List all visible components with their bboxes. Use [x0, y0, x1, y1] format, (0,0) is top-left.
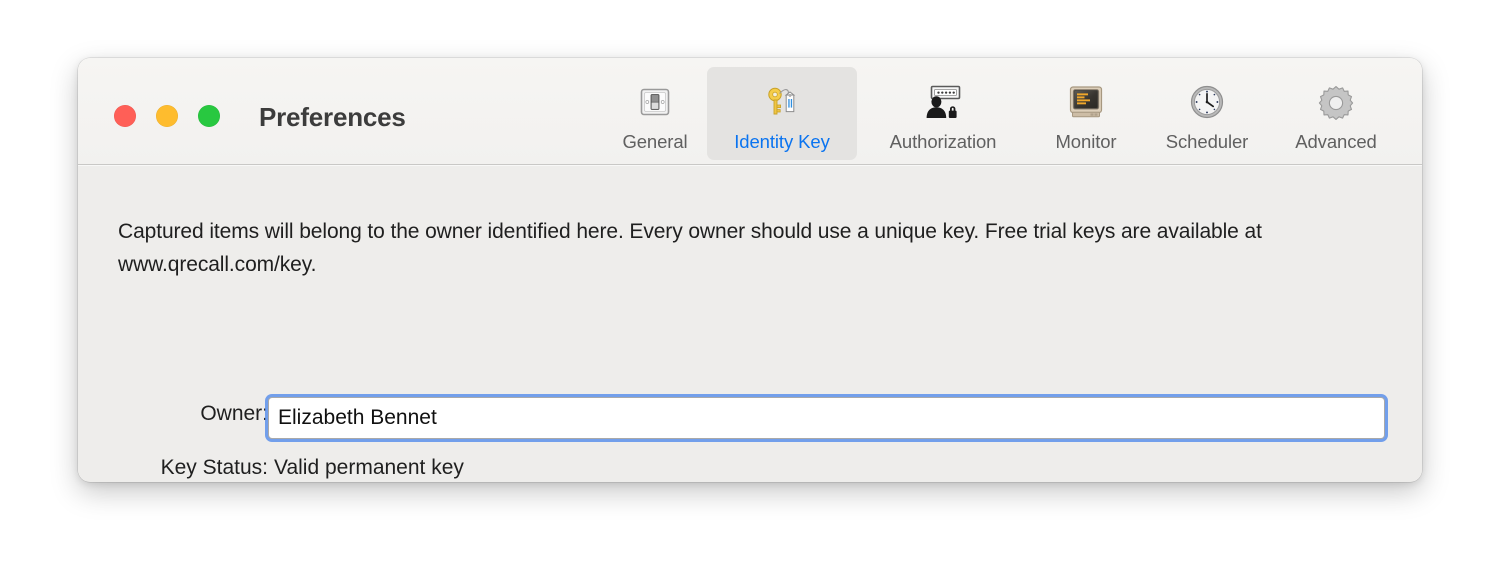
tab-general[interactable]: General: [603, 67, 707, 160]
window-titlebar: Preferences General Identity Key Authori…: [78, 58, 1422, 165]
key-status-label: Key Status:: [160, 456, 268, 479]
tab-advanced-label: Advanced: [1295, 131, 1377, 152]
intro-description: Captured items will belong to the owner …: [118, 220, 1262, 276]
key-with-tag-icon: [759, 81, 805, 123]
owner-label: Owner:: [200, 402, 268, 425]
owner-row: Owner:: [78, 397, 1422, 439]
tab-scheduler-label: Scheduler: [1165, 131, 1249, 152]
window-title: Preferences: [259, 102, 406, 132]
preferences-window: Preferences General Identity Key Authori…: [78, 58, 1422, 482]
traffic-light-group: [114, 105, 220, 127]
zoom-button[interactable]: [198, 105, 220, 127]
tab-authorization[interactable]: Authorization: [857, 67, 1029, 160]
key-status-value: Valid permanent key: [274, 456, 464, 479]
tab-identity-key-label: Identity Key: [734, 131, 830, 152]
tab-identity-key[interactable]: Identity Key: [707, 67, 857, 160]
minimize-button[interactable]: [156, 105, 178, 127]
clock-icon: [1184, 81, 1230, 123]
tab-monitor[interactable]: Monitor: [1029, 67, 1143, 160]
preferences-content-pane: Captured items will belong to the owner …: [78, 165, 1422, 481]
crt-monitor-icon: [1063, 81, 1109, 123]
owner-field-wrapper: [268, 397, 1385, 439]
gear-icon: [1313, 81, 1359, 123]
tab-general-label: General: [622, 131, 688, 152]
tab-scheduler[interactable]: Scheduler: [1143, 67, 1271, 160]
tab-monitor-label: Monitor: [1055, 131, 1117, 152]
light-switch-icon: [632, 81, 678, 123]
owner-input[interactable]: [268, 397, 1385, 439]
preferences-toolbar: General Identity Key Authorization Monit…: [603, 67, 1401, 163]
close-button[interactable]: [114, 105, 136, 127]
tab-authorization-label: Authorization: [889, 131, 997, 152]
user-password-lock-icon: [920, 81, 966, 123]
tab-advanced[interactable]: Advanced: [1271, 67, 1401, 160]
